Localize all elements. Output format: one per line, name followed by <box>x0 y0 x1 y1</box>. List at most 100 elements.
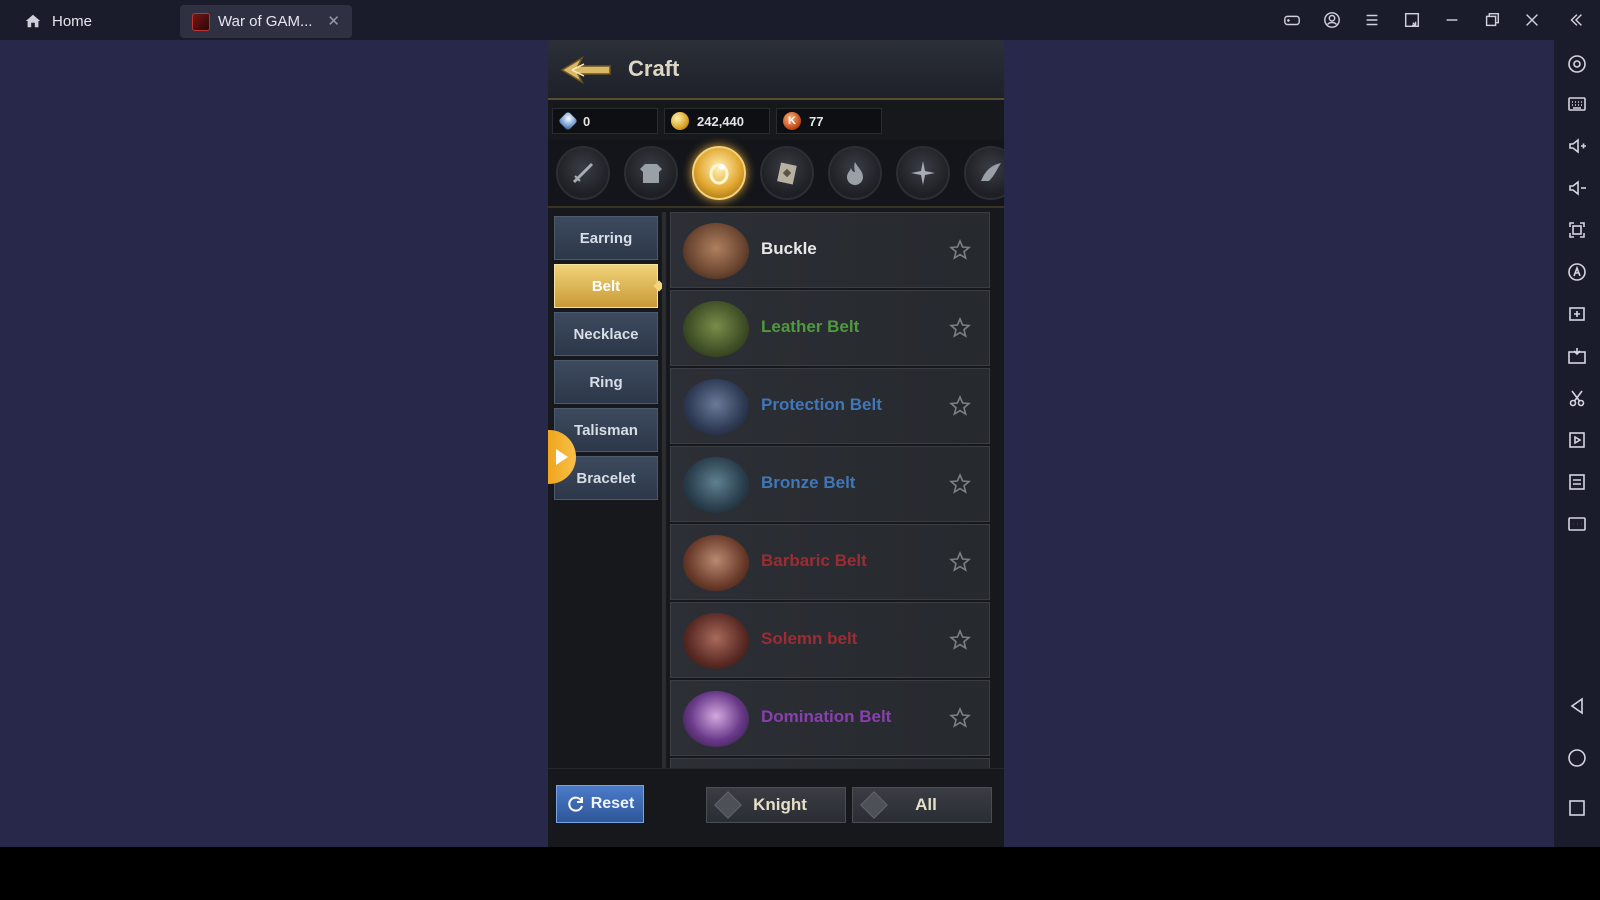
subtab-earring[interactable]: Earring <box>554 216 658 260</box>
item-row-leather-belt[interactable]: Leather Belt <box>670 290 990 366</box>
grade-filter-dropdown[interactable]: All <box>852 787 992 823</box>
diamond-amount: 0 <box>583 113 591 129</box>
item-name: Buckle <box>761 239 817 258</box>
armor-category-icon[interactable] <box>624 146 678 200</box>
category-tabs <box>548 140 1004 208</box>
page-title: Craft <box>628 56 680 81</box>
class-filter-dropdown[interactable]: Knight <box>706 787 846 823</box>
recents-nav-icon[interactable] <box>1565 796 1589 820</box>
subtab-belt[interactable]: Belt <box>554 264 658 308</box>
home-icon <box>25 14 41 28</box>
add-instance-icon[interactable] <box>1565 302 1589 326</box>
gold-amount: 242,440 <box>697 113 744 129</box>
k-token-icon: K <box>783 112 801 130</box>
macro-icon[interactable] <box>1565 260 1589 284</box>
accessory-category-icon[interactable] <box>692 146 746 200</box>
close-window-icon[interactable] <box>1520 8 1544 32</box>
leather-belt-thumbnail <box>683 301 749 357</box>
wing-category-icon[interactable] <box>964 146 1004 200</box>
reset-label: Reset <box>590 795 635 812</box>
favorite-star-icon[interactable] <box>948 316 972 339</box>
window-resize-icon[interactable] <box>1400 8 1424 32</box>
favorite-star-icon[interactable] <box>948 628 972 651</box>
favorite-star-icon[interactable] <box>948 472 972 495</box>
home-tab[interactable]: Home <box>14 6 164 36</box>
account-icon[interactable] <box>1320 8 1344 32</box>
files-icon[interactable] <box>1565 470 1589 494</box>
record-icon[interactable] <box>1565 428 1589 452</box>
settings-icon[interactable] <box>1565 52 1589 76</box>
game-tab-label: War of GAM... <box>218 13 313 30</box>
item-name: Solemn belt <box>761 629 858 648</box>
diamond-icon <box>558 111 578 131</box>
item-name: Domination Belt <box>761 707 892 726</box>
favorite-star-icon[interactable] <box>948 238 972 261</box>
home-nav-icon[interactable] <box>1565 746 1589 770</box>
diamond-currency: 0 <box>552 108 658 134</box>
game-tab[interactable]: War of GAM... ✕ <box>180 5 352 38</box>
gold-currency: 242,440 <box>664 108 770 134</box>
solemn-belt-thumbnail <box>683 613 749 669</box>
volume-down-icon[interactable] <box>1565 176 1589 200</box>
volume-up-icon[interactable] <box>1565 134 1589 158</box>
apk-install-icon[interactable] <box>1565 344 1589 368</box>
play-arrow-icon <box>556 449 568 465</box>
emulator-sidebar <box>1554 40 1600 847</box>
craft-footer: Reset Knight All <box>548 768 1004 847</box>
scissors-icon[interactable] <box>1565 386 1589 410</box>
game-screen: Craft 0 242,440 K 77 Earring Belt Neckla… <box>548 40 1004 847</box>
favorite-star-icon[interactable] <box>948 394 972 417</box>
back-arrow-icon <box>560 56 611 84</box>
screenshot-icon[interactable] <box>1565 218 1589 242</box>
item-row-protection-belt[interactable]: Protection Belt <box>670 368 990 444</box>
item-row-barbaric-belt[interactable]: Barbaric Belt <box>670 524 990 600</box>
filter-icon <box>860 791 888 819</box>
back-nav-icon[interactable] <box>1565 694 1589 718</box>
favorite-star-icon[interactable] <box>948 550 972 573</box>
subtab-ring[interactable]: Ring <box>554 360 658 404</box>
protection-belt-thumbnail <box>683 379 749 435</box>
subtab-necklace[interactable]: Necklace <box>554 312 658 356</box>
item-name: Protection Belt <box>761 395 882 414</box>
filter-icon <box>714 791 742 819</box>
weapon-category-icon[interactable] <box>556 146 610 200</box>
more-icon[interactable] <box>1565 512 1589 536</box>
item-name: Leather Belt <box>761 317 860 336</box>
minimize-icon[interactable] <box>1440 8 1464 32</box>
k-token-amount: 77 <box>809 113 824 129</box>
item-name: Barbaric Belt <box>761 551 867 570</box>
k-token-currency: K 77 <box>776 108 882 134</box>
back-arrow-button[interactable] <box>558 54 614 86</box>
home-tab-label: Home <box>52 12 93 30</box>
bronze-belt-thumbnail <box>683 457 749 513</box>
currency-bar: 0 242,440 K 77 <box>552 108 882 134</box>
buckle-thumbnail <box>683 223 749 279</box>
favorite-star-icon[interactable] <box>948 706 972 729</box>
close-tab-icon[interactable]: ✕ <box>327 12 340 30</box>
restore-icon[interactable] <box>1480 8 1504 32</box>
item-row-domination-belt[interactable]: Domination Belt <box>670 680 990 756</box>
emulator-titlebar: Home War of GAM... ✕ <box>0 0 1600 40</box>
collapse-sidebar-icon[interactable] <box>1564 8 1588 32</box>
book-category-icon[interactable] <box>760 146 814 200</box>
barbaric-belt-thumbnail <box>683 535 749 591</box>
reset-icon <box>568 796 583 812</box>
gold-coin-icon <box>671 112 689 130</box>
class-filter-label: Knight <box>753 795 807 814</box>
item-row-bronze-belt[interactable]: Bronze Belt <box>670 446 990 522</box>
reset-button[interactable]: Reset <box>556 785 644 823</box>
menu-icon[interactable] <box>1360 8 1384 32</box>
domination-belt-thumbnail <box>683 691 749 747</box>
grade-filter-label: All <box>915 795 937 814</box>
craft-header: Craft <box>548 40 1004 100</box>
item-row-solemn-belt[interactable]: Solemn belt <box>670 602 990 678</box>
item-row-buckle[interactable]: Buckle <box>670 212 990 288</box>
keyboard-icon[interactable] <box>1565 92 1589 116</box>
item-name: Bronze Belt <box>761 473 856 492</box>
list-divider <box>662 212 666 812</box>
flame-category-icon[interactable] <box>828 146 882 200</box>
bottom-strip <box>0 847 1600 900</box>
gamepad-icon[interactable] <box>1280 8 1304 32</box>
star-category-icon[interactable] <box>896 146 950 200</box>
game-app-icon <box>192 12 210 31</box>
